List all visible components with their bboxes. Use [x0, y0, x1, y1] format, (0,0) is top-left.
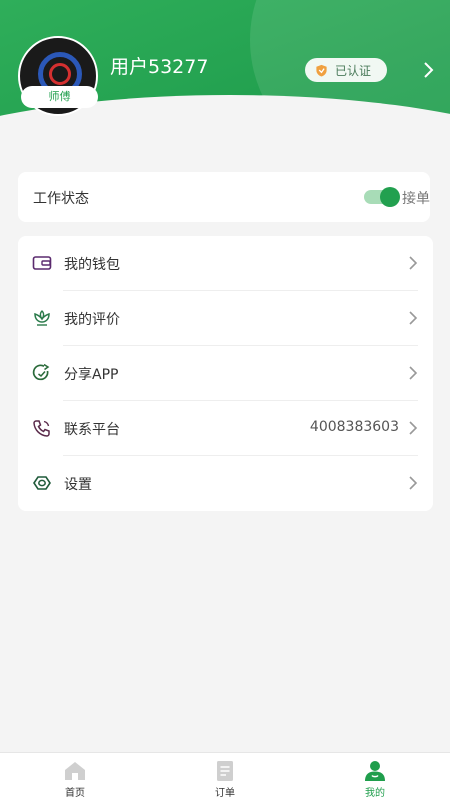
menu-item-label: 我的钱包 [64, 257, 120, 273]
menu-item-settings[interactable]: 设置 [18, 456, 433, 511]
menu-item-share[interactable]: 分享APP [18, 346, 433, 401]
chevron-right-icon [409, 476, 418, 490]
platform-phone-number: 4008383603 [309, 419, 399, 435]
work-status-label: 工作状态 [33, 191, 89, 207]
bottom-tab-bar: 首页 订单 我的 [0, 752, 450, 800]
username: 用户53277 [110, 56, 209, 78]
menu-item-wallet[interactable]: 我的钱包 [18, 236, 433, 291]
verified-badge[interactable]: 已认证 [305, 58, 387, 82]
role-badge: 师傅 [21, 86, 98, 108]
wallet-icon [32, 256, 52, 270]
tab-label: 订单 [215, 788, 235, 799]
toggle-knob [380, 187, 400, 207]
work-status-value: 接单 [402, 191, 430, 207]
home-icon [65, 762, 85, 780]
phone-icon [33, 420, 50, 437]
tab-home[interactable]: 首页 [35, 753, 115, 800]
chevron-right-icon [409, 256, 418, 270]
work-status-card: 工作状态 接单 [18, 172, 430, 222]
profile-icon [365, 761, 385, 781]
menu-item-reviews[interactable]: 我的评价 [18, 291, 433, 346]
order-icon [217, 761, 233, 781]
share-icon [32, 363, 50, 381]
chevron-right-icon[interactable] [418, 59, 438, 81]
chevron-right-icon [409, 366, 418, 380]
menu-item-label: 分享APP [64, 367, 119, 383]
chevron-right-icon [409, 311, 418, 325]
menu-card: 我的钱包 我的评价 分享APP 联系平台 4008383603 设置 [18, 236, 433, 511]
settings-icon [33, 476, 51, 490]
menu-item-label: 我的评价 [64, 312, 120, 328]
tab-label: 我的 [365, 788, 385, 799]
tab-label: 首页 [65, 788, 85, 799]
work-status-toggle[interactable] [364, 187, 400, 207]
menu-item-contact[interactable]: 联系平台 4008383603 [18, 401, 433, 456]
shield-icon [316, 64, 327, 77]
verified-label: 已认证 [335, 63, 372, 78]
chevron-right-icon [409, 421, 418, 435]
menu-item-label: 设置 [64, 477, 92, 493]
tab-mine[interactable]: 我的 [335, 753, 415, 800]
review-icon [34, 310, 50, 326]
menu-item-label: 联系平台 [64, 422, 120, 438]
tab-orders[interactable]: 订单 [185, 753, 265, 800]
